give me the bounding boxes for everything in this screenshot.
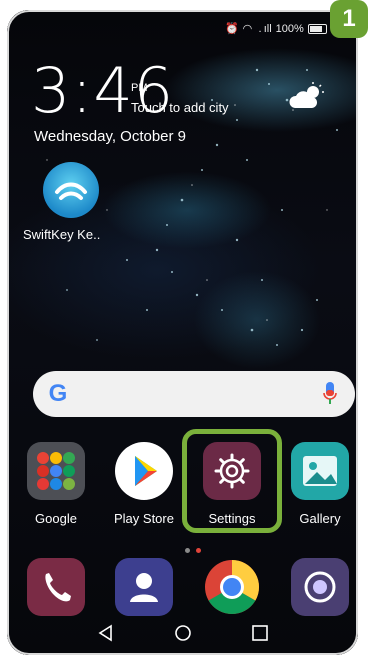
navigation-bar	[7, 611, 358, 655]
phone-icon	[27, 558, 85, 616]
settings-highlight-box	[182, 429, 282, 533]
google-search-bar[interactable]: G	[33, 371, 355, 417]
back-icon[interactable]	[97, 624, 115, 642]
page-dot	[185, 548, 190, 553]
app-google-folder[interactable]: Google	[15, 442, 97, 526]
battery-icon	[307, 23, 327, 34]
app-label: SwiftKey Ke..	[23, 227, 101, 242]
wifi-icon: ◠	[242, 23, 253, 35]
alarm-icon: ⏰	[224, 23, 239, 35]
google-folder-icon	[27, 442, 85, 500]
app-play-store[interactable]: Play Store	[103, 442, 185, 526]
app-label: Google	[35, 511, 77, 526]
page-indicator	[185, 548, 201, 553]
page-dot-active	[196, 548, 201, 553]
recents-icon[interactable]	[251, 624, 269, 642]
contacts-icon	[115, 558, 173, 616]
home-icon[interactable]	[174, 624, 192, 642]
chrome-icon	[203, 558, 261, 616]
partly-cloudy-icon[interactable]	[289, 82, 325, 110]
status-bar: ⏰ ◠ . ıll 100% 3:	[224, 22, 340, 36]
phone-screen: ⏰ ◠ . ıll 100% 3: 3:46 PM Touch to add c…	[7, 10, 358, 655]
app-label: Play Store	[114, 511, 174, 526]
camera-icon	[291, 558, 349, 616]
app-chrome[interactable]	[191, 558, 273, 616]
swiftkey-icon	[43, 162, 99, 218]
date-label: Wednesday, October 9	[34, 128, 187, 145]
app-camera[interactable]	[279, 558, 358, 616]
add-city-link[interactable]: Touch to add city	[131, 100, 229, 115]
app-swiftkey[interactable]: SwiftKey Ke..	[23, 162, 119, 242]
app-gallery[interactable]: Gallery	[279, 442, 358, 526]
play-store-icon	[115, 442, 173, 500]
app-contacts[interactable]	[103, 558, 185, 616]
app-phone[interactable]	[15, 558, 97, 616]
microphone-icon[interactable]	[323, 382, 337, 406]
gallery-icon	[291, 442, 349, 500]
google-g-icon: G	[48, 380, 68, 407]
app-label: Gallery	[299, 511, 341, 526]
clock-ampm: PM	[131, 82, 148, 94]
step-number-badge: 1	[330, 0, 368, 38]
signal-icon: . ıll	[256, 22, 272, 35]
battery-percent: 100%	[275, 22, 304, 35]
